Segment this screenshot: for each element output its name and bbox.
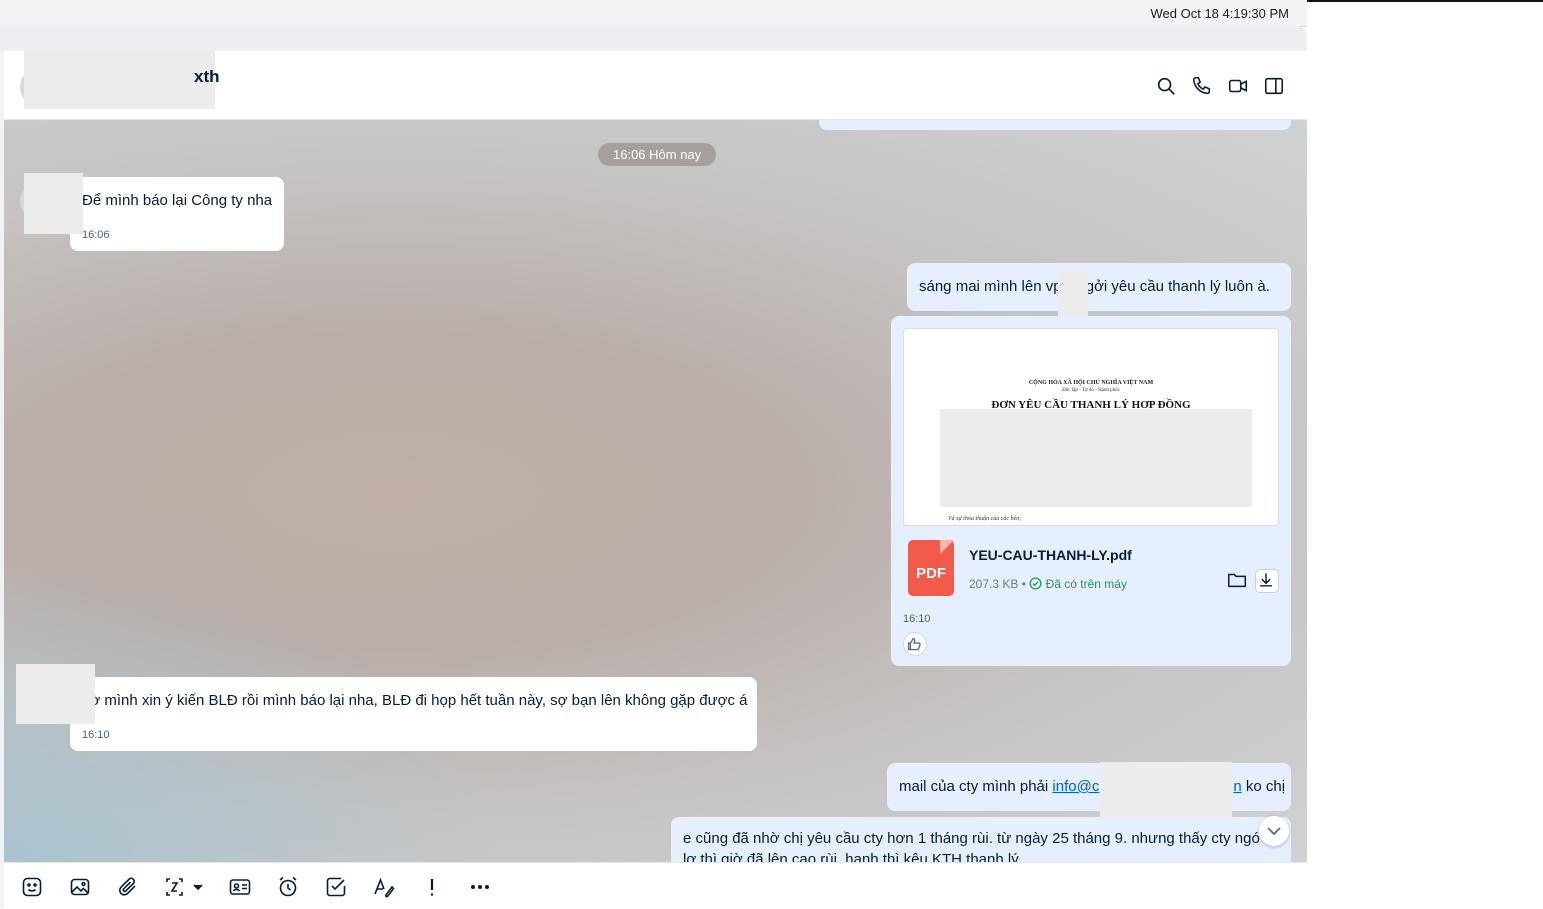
check-circle-icon [1029,576,1042,596]
image-icon[interactable] [68,875,92,899]
pdf-file-icon: PDF [908,540,954,596]
message-list[interactable]: 16:06 Hôm nay Để mình báo lại Công ty nh… [4,120,1307,862]
file-preview[interactable]: CỘNG HÒA XÃ HỘI CHỦ NGHĨA VIỆT NAM Độc l… [903,328,1279,526]
message-text: e cũng đã nhờ chị yêu cầu cty hơn 1 thán… [683,830,1260,847]
file-size: 207.3 KB [969,577,1019,591]
message-bubble-outgoing[interactable]: e cũng đã nhờ chị yêu cầu cty hơn 1 thán… [671,817,1291,862]
system-clock: Wed Oct 18 4:19:30 PM [1150,6,1290,21]
email-link[interactable]: info@c [1052,778,1099,795]
date-divider: 16:06 Hôm nay [598,143,717,166]
desktop-blank-area [1307,2,1543,908]
mark-important-icon[interactable] [420,875,444,899]
redaction-mask [24,51,215,109]
scroll-to-bottom-button[interactable] [1259,816,1289,846]
system-menubar: Wed Oct 18 4:19:30 PM [0,0,1307,27]
file-meta: 207.3 KB • Đã có trên máy [969,574,1127,596]
search-icon[interactable] [1155,75,1177,97]
message-text: sáng mai mình lên vp l gởi yêu cầu thanh… [919,278,1270,295]
message-time: 16:10 [82,729,110,741]
reaction-like-icon[interactable] [903,632,927,656]
task-checkbox-icon[interactable] [324,875,348,899]
download-icon[interactable] [1255,569,1279,593]
video-call-icon[interactable] [1227,75,1249,97]
preview-footer-line: Và sự thỏa thuận của các bên; [948,516,1022,522]
file-message-bubble[interactable]: CỘNG HÒA XÃ HỘI CHỦ NGHĨA VIỆT NAM Độc l… [891,316,1291,666]
contact-card-icon[interactable] [228,875,252,899]
message-text-line2: lơ thì giờ đã lên cao rùi, hạnh thì kêu … [683,851,1019,862]
message-bubble-incoming[interactable]: Để mình báo lại Công ty nha 16:06 [70,177,284,251]
composer-toolbar [4,862,1307,909]
screenshot-icon[interactable] [164,875,204,899]
phone-call-icon[interactable] [1191,75,1213,97]
message-time: 16:10 [903,613,931,625]
message-text: hờ mình xin ý kiến BLĐ rồi mình báo lại … [82,692,748,709]
redaction-mask [24,173,83,234]
attachment-icon[interactable] [116,875,140,899]
email-link-tail[interactable]: n [1233,778,1241,795]
redaction-mask [1100,762,1232,820]
text-format-icon[interactable] [372,875,396,899]
message-time: 16:06 [82,229,110,241]
chevron-down-icon [1267,827,1281,836]
alarm-clock-icon[interactable] [276,875,300,899]
message-bubble-outgoing[interactable]: sáng mai mình lên vp l gởi yêu cầu thanh… [907,263,1291,311]
message-bubble-incoming[interactable]: hờ mình xin ý kiến BLĐ rồi mình báo lại … [70,677,757,751]
redaction-mask [16,664,95,724]
file-download-status: Đã có trên máy [1045,577,1127,591]
redaction-mask [940,409,1252,507]
toggle-info-panel-icon[interactable] [1263,75,1285,97]
message-text: Để mình báo lại Công ty nha [82,192,273,209]
message-bubble-partial [819,120,1291,130]
conversation-header: xth [4,51,1307,120]
more-options-icon[interactable] [468,875,492,899]
file-name[interactable]: YEU-CAU-THANH-LY.pdf [969,545,1132,565]
window-titlebar [0,26,1307,51]
open-folder-icon[interactable] [1226,569,1248,591]
sticker-icon[interactable] [20,875,44,899]
contact-name[interactable]: xth [194,67,220,87]
meta-separator: • [1021,577,1026,591]
